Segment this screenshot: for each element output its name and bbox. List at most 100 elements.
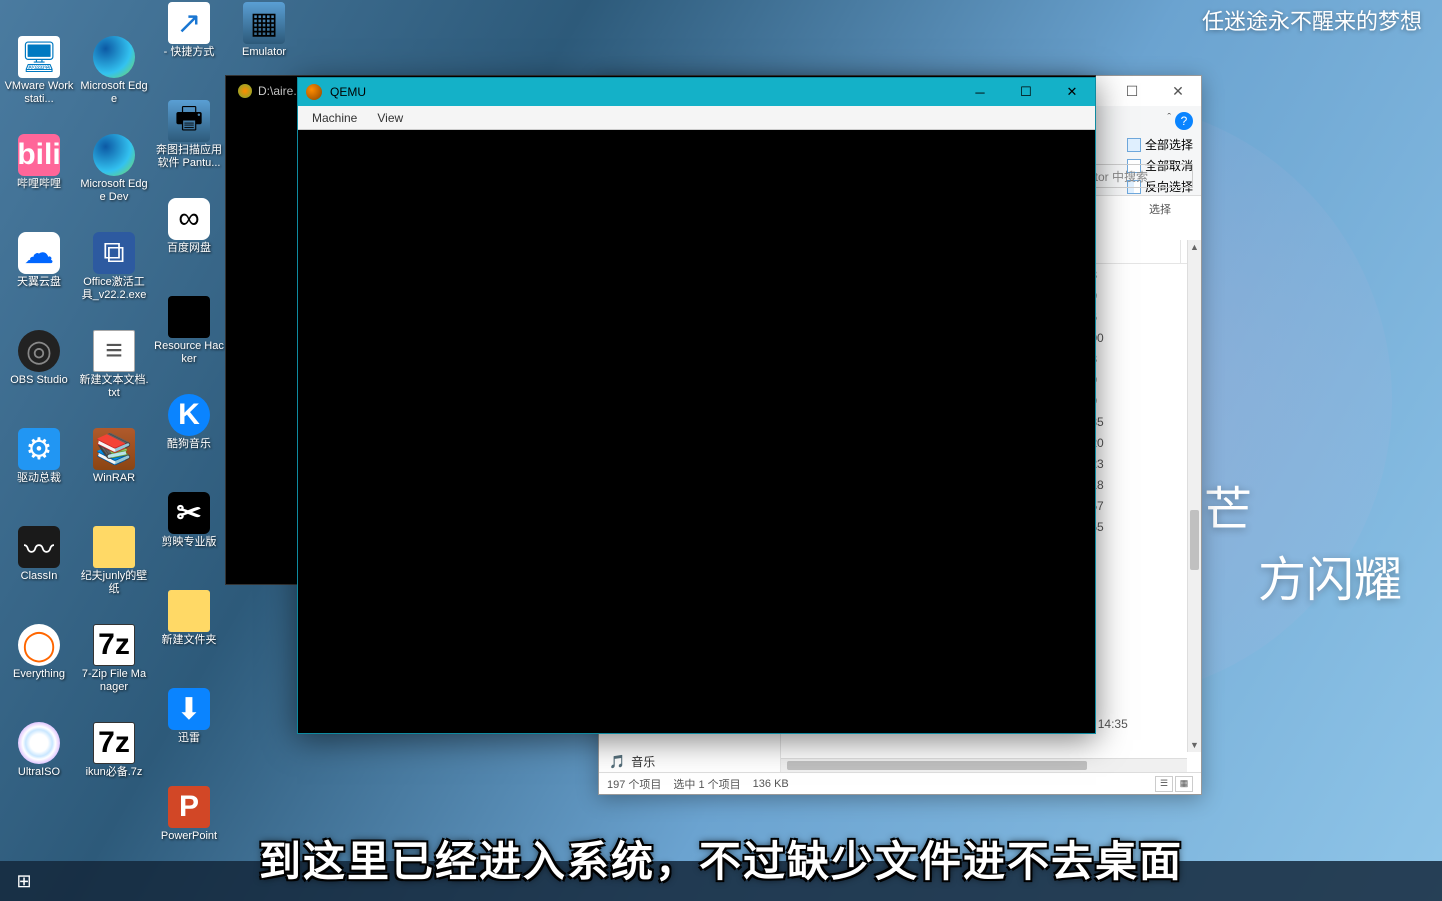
icon-label: 新建文件夹	[162, 634, 217, 647]
qemu-title: QEMU	[330, 85, 957, 99]
app-icon: ☁	[18, 232, 60, 274]
desktop-icon[interactable]: 〰 ClassIn	[2, 522, 76, 620]
scroll-down-icon[interactable]: ▼	[1188, 738, 1201, 752]
scrollbar-vertical[interactable]: ▲ ▼	[1187, 240, 1201, 752]
icon-label: - 快捷方式	[164, 46, 215, 59]
icon-label: Microsoft Edge Dev	[79, 178, 149, 204]
desktop-icon[interactable]: ⧉Office激活工具_v22.2.exe	[77, 228, 151, 326]
status-selected: 选中 1 个项目	[673, 776, 740, 792]
icon-label: 奔图扫描应用软件 Pantu...	[154, 144, 224, 170]
icon-label: Microsoft Edge	[79, 80, 149, 106]
app-icon: 🖥	[18, 36, 60, 78]
icon-label: 天翼云盘	[17, 276, 61, 289]
maximize-button[interactable]: ☐	[1003, 78, 1049, 106]
explorer-statusbar: 197 个项目 选中 1 个项目 136 KB ☰ ▦	[599, 772, 1201, 794]
desktop-icon[interactable]: RHResource Hacker	[152, 292, 226, 390]
icon-label: ClassIn	[21, 570, 58, 583]
icon-label: Everything	[13, 668, 65, 681]
desktop-icon[interactable]: Microsoft Edge Dev	[77, 130, 151, 228]
scrollbar-thumb[interactable]	[787, 761, 1087, 770]
desktop-icon[interactable]: 7z7-Zip File Manager	[77, 620, 151, 718]
app-icon: ⚙	[18, 428, 60, 470]
icon-label: WinRAR	[93, 472, 135, 485]
app-icon	[93, 526, 135, 568]
view-details-icon[interactable]: ☰	[1155, 776, 1173, 792]
app-icon: ✂	[168, 492, 210, 534]
desktop-icon[interactable]: ⬇ 迅雷	[152, 684, 226, 782]
scroll-up-icon[interactable]: ▲	[1188, 240, 1201, 254]
desktop-icon[interactable]: ☁ 天翼云盘	[2, 228, 76, 326]
status-item-count: 197 个项目	[607, 776, 661, 792]
desktop-icon[interactable]: bili 哔哩哔哩	[2, 130, 76, 228]
qemu-icon	[306, 84, 322, 100]
app-icon: ◯	[18, 624, 60, 666]
app-icon: 〰	[18, 526, 60, 568]
desktop-icon[interactable]: 📚 WinRAR	[77, 424, 151, 522]
explorer-search-input[interactable]: ator 中搜索	[1083, 164, 1193, 188]
qemu-titlebar[interactable]: QEMU ─ ☐ ✕	[298, 78, 1095, 106]
desktop-icon[interactable]: ✂剪映专业版	[152, 488, 226, 586]
app-icon: ≡	[93, 330, 135, 372]
desktop-icon[interactable]: 🖥VMware Workstati...	[2, 32, 76, 130]
app-icon: 🖶	[168, 100, 210, 142]
desktop-icon[interactable]: ◯ Everything	[2, 620, 76, 718]
app-icon	[18, 722, 60, 764]
minimize-button[interactable]: ─	[957, 78, 1003, 106]
app-icon: ⬇	[168, 688, 210, 730]
qemu-window[interactable]: QEMU ─ ☐ ✕ Machine View	[297, 77, 1096, 734]
desktop-icon[interactable]: ⚙ 驱动总裁	[2, 424, 76, 522]
icon-label: OBS Studio	[10, 374, 67, 387]
app-icon: P	[168, 786, 210, 828]
qemu-display[interactable]	[298, 130, 1095, 733]
icon-label: Office激活工具_v22.2.exe	[79, 276, 149, 302]
close-button[interactable]: ✕	[1049, 78, 1095, 106]
desktop-icon[interactable]: 纪夫junly的壁纸	[77, 522, 151, 620]
icon-label: Emulator	[242, 46, 286, 59]
wallpaper-text: 方闪耀	[1258, 540, 1402, 610]
app-icon: bili	[18, 134, 60, 176]
desktop-icon[interactable]: ∞百度网盘	[152, 194, 226, 292]
select-all-button[interactable]: 全部选择	[1123, 134, 1197, 155]
app-icon: ◎	[18, 330, 60, 372]
terminal-title: D:\aire...	[238, 84, 303, 98]
view-icons-icon[interactable]: ▦	[1175, 776, 1193, 792]
wallpaper-text: 芒	[1204, 470, 1252, 540]
ribbon-collapse-icon[interactable]: ˆ	[1167, 112, 1171, 124]
desktop-icon[interactable]: 7zikun必备.7z	[77, 718, 151, 816]
app-icon: ↗	[168, 2, 210, 44]
desktop-icon[interactable]: 🖶奔图扫描应用软件 Pantu...	[152, 96, 226, 194]
app-icon: K	[168, 394, 210, 436]
desktop-icon[interactable]: Microsoft Edge	[77, 32, 151, 130]
desktop-icon[interactable]: K 酷狗音乐	[152, 390, 226, 488]
desktop-icon[interactable]: ◎ OBS Studio	[2, 326, 76, 424]
ribbon-group-label: 选择	[1123, 201, 1197, 217]
menu-view[interactable]: View	[369, 109, 411, 127]
status-size: 136 KB	[753, 778, 789, 790]
icon-label: 新建文本文档.txt	[79, 374, 149, 400]
scrollbar-horizontal[interactable]	[781, 758, 1187, 772]
desktop-icon[interactable]: 新建文件夹	[152, 586, 226, 684]
desktop-icon[interactable]: ≡新建文本文档.txt	[77, 326, 151, 424]
icon-label: 驱动总裁	[17, 472, 61, 485]
menu-machine[interactable]: Machine	[304, 109, 365, 127]
scrollbar-thumb[interactable]	[1190, 510, 1199, 570]
desktop-icon[interactable]: ↗ - 快捷方式	[152, 0, 226, 96]
icon-label: UltraISO	[18, 766, 60, 779]
app-icon: ▦	[243, 2, 285, 44]
nav-music[interactable]: 音乐	[599, 750, 780, 773]
icon-label: 哔哩哔哩	[17, 178, 61, 191]
close-button[interactable]: ✕	[1155, 76, 1201, 106]
help-icon[interactable]: ?	[1175, 112, 1193, 130]
icon-label: 酷狗音乐	[167, 438, 211, 451]
app-icon	[93, 36, 135, 78]
desktop-icon[interactable]: UltraISO	[2, 718, 76, 816]
video-subtitle: 到这里已经进入系统，不过缺少文件进不去桌面	[0, 828, 1442, 889]
maximize-button[interactable]: ☐	[1109, 76, 1155, 106]
icon-label: 迅雷	[178, 732, 200, 745]
qemu-menubar[interactable]: Machine View	[298, 106, 1095, 130]
icon-label: ikun必备.7z	[86, 766, 143, 779]
app-icon: 7z	[93, 624, 135, 666]
app-icon: 📚	[93, 428, 135, 470]
icon-label: 纪夫junly的壁纸	[79, 570, 149, 596]
app-icon	[168, 590, 210, 632]
